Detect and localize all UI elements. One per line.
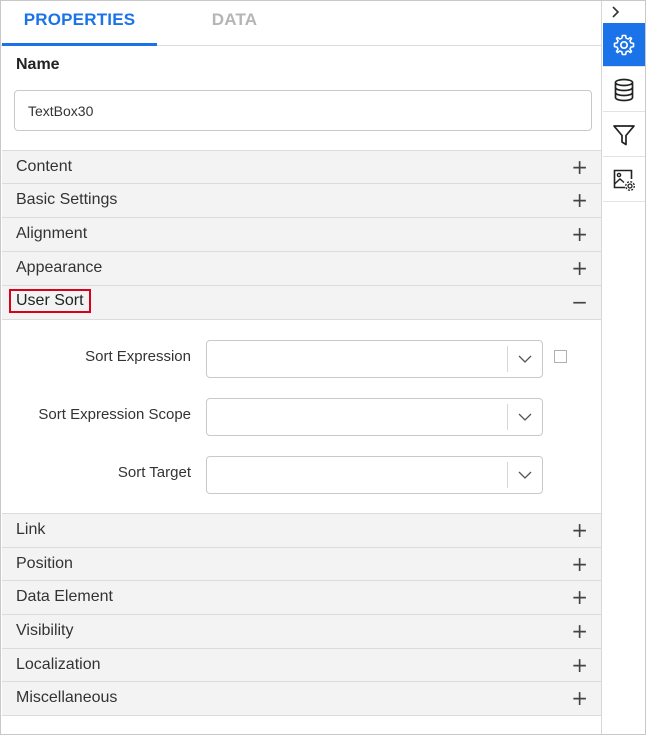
section-data-element[interactable]: Data Element +	[2, 580, 601, 614]
section-localization[interactable]: Localization +	[2, 648, 601, 682]
collapse-minus-icon[interactable]: −	[571, 289, 588, 315]
expand-plus-icon[interactable]: +	[571, 221, 588, 247]
sort-target-label: Sort Target	[117, 464, 191, 481]
rail-data-button[interactable]	[603, 68, 645, 112]
section-miscellaneous[interactable]: Miscellaneous +	[2, 681, 601, 715]
expand-plus-icon[interactable]: +	[571, 618, 588, 644]
section-label: Visibility	[16, 622, 74, 639]
user-sort-body: Sort Expression Sort Expression Scope So…	[2, 319, 601, 513]
section-label: User Sort	[9, 289, 91, 313]
expand-plus-icon[interactable]: +	[571, 652, 588, 678]
section-alignment[interactable]: Alignment +	[2, 217, 601, 251]
dropdown-divider	[507, 404, 508, 430]
expand-plus-icon[interactable]: +	[571, 685, 588, 711]
filter-icon	[613, 124, 635, 145]
section-basic-settings[interactable]: Basic Settings +	[2, 183, 601, 217]
expand-plus-icon[interactable]: +	[571, 154, 588, 180]
rail-image-settings-button[interactable]	[603, 158, 645, 202]
section-label: Appearance	[16, 259, 103, 276]
sort-expression-dropdown[interactable]	[206, 340, 543, 378]
section-label: Alignment	[16, 225, 88, 242]
rail-filter-button[interactable]	[603, 113, 645, 157]
sort-expression-scope-label: Sort Expression Scope	[38, 406, 191, 423]
chevron-down-icon[interactable]	[517, 351, 533, 367]
expand-plus-icon[interactable]: +	[571, 551, 588, 577]
database-icon	[614, 78, 634, 101]
sort-expression-scope-dropdown[interactable]	[206, 398, 543, 436]
properties-panel: PROPERTIES DATA Name Content + Basic Set…	[1, 1, 602, 734]
section-label: Data Element	[16, 588, 113, 605]
section-label: Basic Settings	[16, 191, 118, 208]
section-user-sort[interactable]: User Sort −	[2, 285, 601, 319]
dropdown-divider	[507, 462, 508, 488]
section-label: Localization	[16, 656, 101, 673]
expand-plus-icon[interactable]: +	[571, 517, 588, 543]
section-content[interactable]: Content +	[2, 150, 601, 184]
name-label: Name	[16, 56, 60, 73]
section-link[interactable]: Link +	[2, 513, 601, 547]
image-settings-icon	[613, 169, 635, 191]
sort-target-dropdown[interactable]	[206, 456, 543, 494]
expand-plus-icon[interactable]: +	[571, 584, 588, 610]
section-divider	[2, 715, 601, 716]
section-label: Miscellaneous	[16, 689, 118, 706]
tab-bar: PROPERTIES DATA	[1, 1, 601, 46]
expand-plus-icon[interactable]: +	[571, 187, 588, 213]
tab-data[interactable]: DATA	[157, 1, 312, 46]
section-label: Position	[16, 555, 73, 572]
section-label: Content	[16, 158, 73, 175]
dropdown-divider	[507, 346, 508, 372]
sort-expression-label: Sort Expression	[85, 348, 191, 365]
tab-properties[interactable]: PROPERTIES	[2, 1, 157, 46]
rail-properties-button[interactable]	[603, 23, 645, 67]
chevron-down-icon[interactable]	[517, 409, 533, 425]
side-rail	[603, 1, 645, 734]
expand-plus-icon[interactable]: +	[571, 255, 588, 281]
section-position[interactable]: Position +	[2, 547, 601, 581]
chevron-down-icon[interactable]	[517, 467, 533, 483]
section-visibility[interactable]: Visibility +	[2, 614, 601, 648]
section-appearance[interactable]: Appearance +	[2, 251, 601, 285]
name-input[interactable]	[14, 90, 592, 131]
gear-icon	[613, 34, 635, 55]
collapse-panel-button[interactable]	[603, 1, 645, 23]
report-properties-window: PROPERTIES DATA Name Content + Basic Set…	[0, 0, 646, 735]
sort-expression-checkbox[interactable]	[554, 350, 567, 363]
section-label: Link	[16, 521, 46, 538]
chevron-right-icon	[612, 6, 620, 18]
